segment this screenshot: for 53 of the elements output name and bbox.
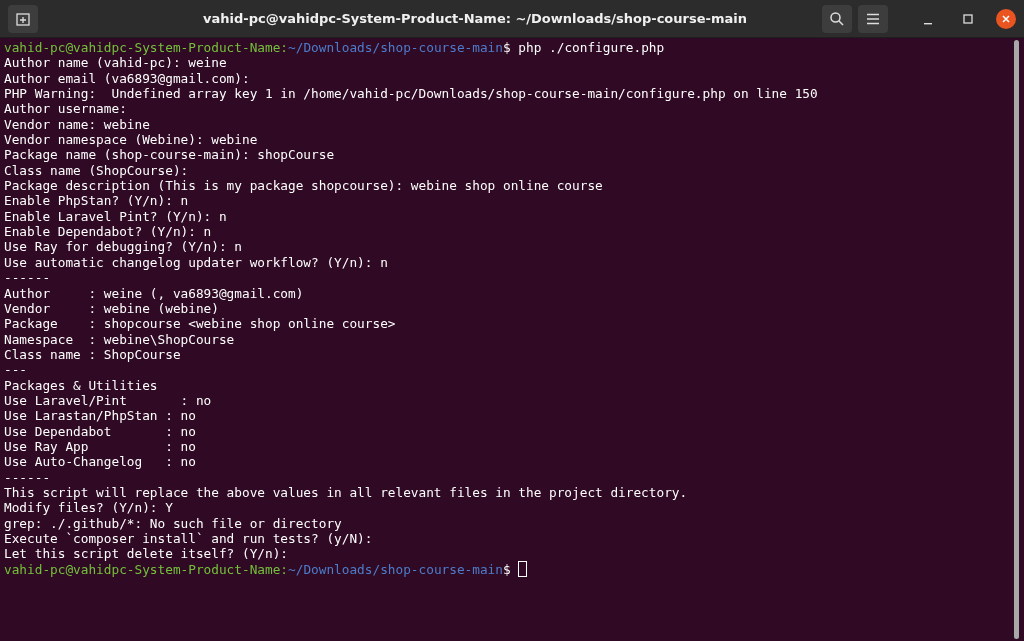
output-line: Use automatic changelog updater workflow? (Y/n): n — [4, 254, 388, 271]
output-line: Package description (This is my package shopcourse): webine shop online course — [4, 178, 603, 194]
output-line: Use Ray for debugging? (Y/n): n — [4, 239, 242, 255]
output-line: Package name (shop-course-main): shopCourse — [4, 147, 335, 163]
output-line: Use Dependabot : no — [4, 423, 196, 439]
output-line: Author : weine (, va6893@gmail.com) — [4, 285, 304, 301]
output-line: Author name (vahid-pc): weine — [4, 55, 227, 71]
close-icon — [1001, 13, 1011, 24]
output-line: PHP Warning: Undefined array key 1 in /home/vahid-pc/Downloads/shop-course-main/configure.php on line 150 — [4, 86, 818, 102]
output-line: Author username: — [4, 101, 127, 117]
output-line: Modify files? (Y/n): Y — [4, 500, 173, 516]
output-line: --- — [4, 362, 28, 378]
output-line: Packages & Utilities — [4, 377, 158, 393]
prompt-symbol: $ — [502, 561, 511, 578]
output-line: ------ — [4, 469, 51, 485]
output-line: Vendor : webine (webine) — [4, 300, 219, 317]
output-line: Use Ray App : no — [4, 438, 196, 455]
output-line: Execute `composer install` and run tests? (y/N): — [4, 531, 373, 547]
output-line: Package : shopcourse <webine shop online course> — [4, 316, 396, 332]
prompt-path: ~/Downloads/shop-course-main — [288, 40, 503, 56]
output-line: Vendor namespace (Webine): webine — [4, 132, 258, 148]
window-title: vahid-pc@vahidpc-System-Product-Name: ~/Downloads/shop-course-main — [202, 11, 748, 26]
search-button[interactable] — [822, 4, 852, 33]
command-text: php ./configure.php — [518, 40, 665, 56]
output-line: Vendor name: webine — [4, 116, 150, 133]
output-line: Class name (ShopCourse): — [4, 162, 189, 179]
new-tab-button[interactable] — [8, 4, 38, 33]
output-line: Use Laravel/Pint : no — [4, 392, 212, 409]
new-tab-icon — [16, 11, 30, 26]
output-line: Use Auto-Changelog : no — [4, 454, 196, 470]
output-line: Author email (va6893@gmail.com): — [4, 70, 250, 87]
output-line: Enable Laravel Pint? (Y/n): n — [4, 208, 227, 225]
minimize-icon — [924, 22, 932, 25]
cursor — [517, 561, 527, 578]
output-line: grep: ./.github/*: No such file or directory — [4, 515, 342, 531]
output-line: Let this script delete itself? (Y/n): — [4, 546, 289, 562]
output-line: Enable PhpStan? (Y/n): n — [4, 193, 189, 209]
close-button[interactable] — [996, 8, 1016, 29]
scrollbar[interactable] — [1014, 40, 1019, 639]
prompt-path: ~/Downloads/shop-course-main — [288, 561, 503, 578]
prompt-user: vahid-pc@vahidpc-System-Product-Name: — [4, 561, 289, 578]
output-line: ------ — [4, 270, 51, 286]
menu-icon — [866, 12, 880, 25]
prompt-symbol: $ — [502, 40, 511, 56]
maximize-icon — [963, 13, 973, 24]
output-line: Class name : ShopCourse — [4, 346, 181, 363]
output-line: Enable Dependabot? (Y/n): n — [4, 224, 212, 240]
output-line: This script will replace the above values in all relevant files in the project directory. — [4, 484, 688, 501]
prompt-user: vahid-pc@vahidpc-System-Product-Name: — [4, 40, 289, 56]
menu-button[interactable] — [858, 4, 888, 33]
output-line: Use Larastan/PhpStan : no — [4, 408, 196, 424]
search-icon — [829, 10, 845, 27]
output-line: Namespace : webine\ShopCourse — [4, 331, 235, 347]
